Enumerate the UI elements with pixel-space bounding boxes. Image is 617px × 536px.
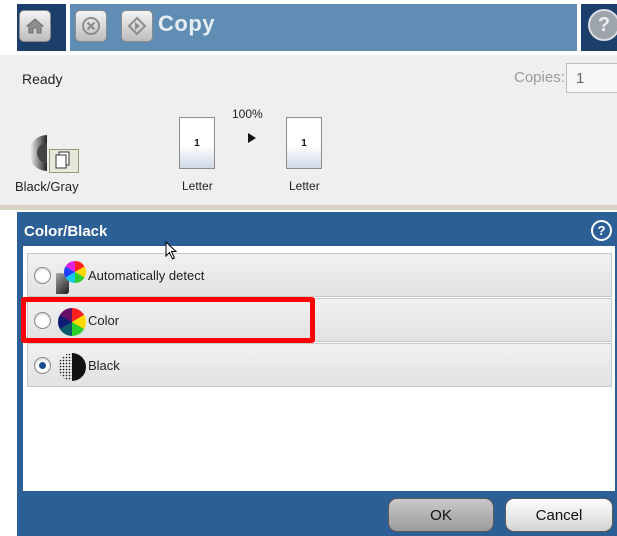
highlight-box xyxy=(21,297,315,343)
original-size-label: Letter xyxy=(182,179,213,193)
ok-button[interactable]: OK xyxy=(388,498,494,532)
copies-label: Copies: xyxy=(514,69,565,86)
dialog-title: Color/Black xyxy=(24,223,108,240)
status-text: Ready xyxy=(22,71,63,87)
divider xyxy=(0,205,617,210)
help-icon: ? xyxy=(597,223,606,238)
cancel-button[interactable]: Cancel xyxy=(505,498,613,532)
copies-input[interactable]: 1 xyxy=(566,63,617,93)
auto-detect-icon xyxy=(56,261,86,294)
original-page-thumbnail: 1 xyxy=(179,117,215,169)
stop-icon xyxy=(82,17,100,35)
help-button[interactable]: ? xyxy=(588,9,617,41)
duplex-icon xyxy=(49,149,79,173)
top-bar: Copy ? xyxy=(0,0,617,55)
mouse-cursor-icon xyxy=(165,241,178,260)
status-area: Ready Copies: 1 Black/Gray 100% 1 Letter… xyxy=(0,55,617,205)
option-automatically-detect[interactable]: Automatically detect xyxy=(27,253,612,297)
stop-button[interactable] xyxy=(75,10,107,42)
option-label: Black xyxy=(88,358,120,373)
zoom-label: 100% xyxy=(232,107,263,121)
radio-black[interactable] xyxy=(34,357,51,374)
black-icon xyxy=(58,353,86,381)
start-button[interactable] xyxy=(121,10,153,42)
help-icon: ? xyxy=(597,13,611,36)
page-title: Copy xyxy=(158,11,215,36)
arrow-right-icon xyxy=(248,133,256,143)
option-label: Automatically detect xyxy=(88,268,205,283)
radio-automatically-detect[interactable] xyxy=(34,267,51,284)
home-button[interactable] xyxy=(19,10,51,42)
black-gray-icon xyxy=(29,135,47,171)
dialog-help-button[interactable]: ? xyxy=(591,220,612,241)
home-icon xyxy=(25,18,45,34)
start-icon xyxy=(127,16,147,36)
option-black[interactable]: Black xyxy=(27,343,612,387)
color-mode-label: Black/Gray xyxy=(15,179,79,194)
output-size-label: Letter xyxy=(289,179,320,193)
output-page-thumbnail: 1 xyxy=(286,117,322,169)
